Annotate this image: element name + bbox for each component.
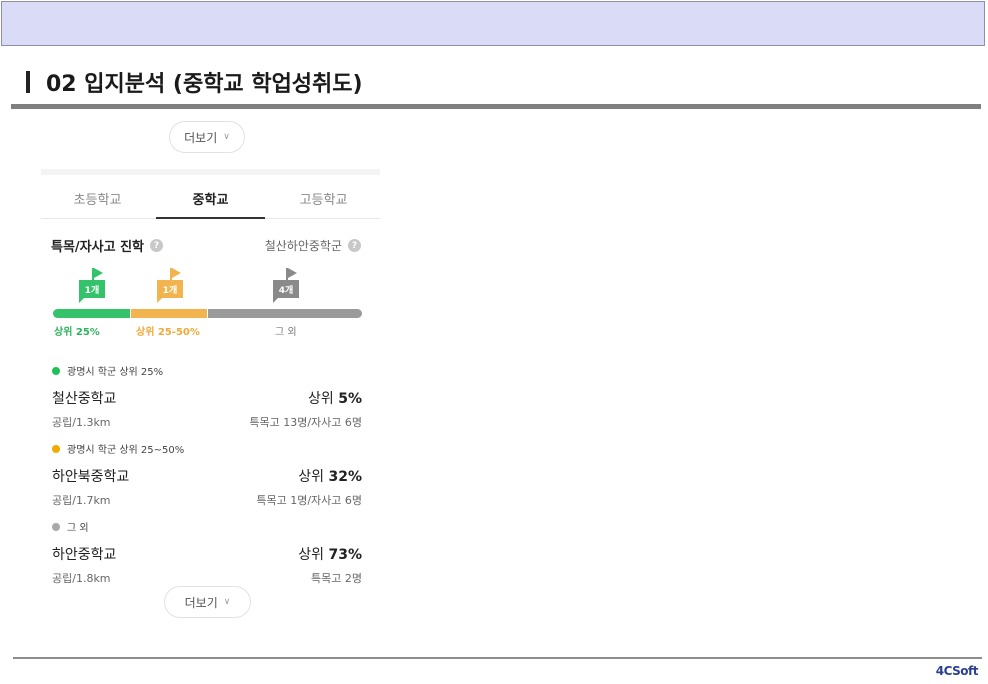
school-level-tabs: 초등학교 중학교 고등학교: [41, 178, 380, 219]
bar-label-others: 그 외: [275, 327, 297, 338]
section-title: 특목/자사고 진학 ?: [51, 236, 163, 255]
help-icon[interactable]: ?: [150, 239, 163, 252]
header-band: [1, 1, 985, 46]
bar-top25-50: [131, 309, 207, 318]
school-meta-row: 공립/1.8km 특목고 2명: [52, 570, 362, 586]
slide-title-text: 02 입지분석 (중학교 학업성취도): [46, 72, 363, 97]
school-row[interactable]: 철산중학교 상위 5%: [52, 388, 362, 408]
rank: 상위 73%: [298, 547, 362, 563]
group-others: 그 외 하안중학교 상위 73% 공립/1.8km 특목고 2명: [52, 519, 362, 586]
status-dot-icon: [52, 444, 60, 453]
more-label: 더보기: [184, 595, 218, 610]
section-header: 특목/자사고 진학 ? 철산하안중학군 ?: [51, 236, 361, 255]
chevron-down-icon: ∨: [223, 597, 231, 607]
tab-elementary[interactable]: 초등학교: [41, 178, 154, 218]
school-name: 철산중학교: [52, 391, 117, 407]
school-panel: 더보기 ∨ 초등학교 중학교 고등학교 특목/자사고 진학 ? 철산하안중학군 …: [41, 118, 380, 628]
group-header: 광명시 학군 상위 25%: [52, 363, 362, 378]
section-separator: [41, 169, 380, 175]
help-icon[interactable]: ?: [348, 239, 361, 252]
admission-detail: 특목고 1명/자사고 6명: [256, 494, 362, 507]
school-row[interactable]: 하안중학교 상위 73%: [52, 544, 362, 564]
more-label: 더보기: [184, 130, 218, 145]
footer-divider: [13, 657, 982, 659]
group-top25: 광명시 학군 상위 25% 철산중학교 상위 5% 공립/1.3km 특목고 1…: [52, 363, 362, 430]
admission-detail: 특목고 13명/자사고 6명: [249, 416, 362, 429]
admission-detail: 특목고 2명: [311, 572, 362, 585]
school-name: 하안북중학교: [52, 469, 130, 485]
title-divider: [11, 104, 981, 109]
group-header: 광명시 학군 상위 25~50%: [52, 441, 362, 456]
more-button-top[interactable]: 더보기 ∨: [169, 121, 245, 153]
tab-middle[interactable]: 중학교: [154, 178, 267, 219]
school-meta-row: 공립/1.7km 특목고 1명/자사고 6명: [52, 492, 362, 508]
school-meta: 공립/1.3km: [52, 416, 111, 429]
bar-label-top25-50: 상위 25-50%: [136, 327, 200, 338]
school-meta: 공립/1.8km: [52, 572, 111, 585]
bar-top25: [53, 309, 130, 318]
school-meta-row: 공립/1.3km 특목고 13명/자사고 6명: [52, 414, 362, 430]
chevron-down-icon: ∨: [223, 132, 230, 142]
bar-others: [208, 309, 362, 318]
group-top25-50: 광명시 학군 상위 25~50% 하안북중학교 상위 32% 공립/1.7km …: [52, 441, 362, 508]
rank: 상위 32%: [298, 469, 362, 485]
tab-high[interactable]: 고등학교: [267, 178, 380, 218]
school-row[interactable]: 하안북중학교 상위 32%: [52, 466, 362, 486]
status-dot-icon: [52, 522, 60, 531]
slide-title: 02 입지분석 (중학교 학업성취도): [26, 66, 363, 98]
school-meta: 공립/1.7km: [52, 494, 111, 507]
rank: 상위 5%: [308, 391, 362, 407]
bar-label-top25: 상위 25%: [54, 327, 100, 338]
school-name: 하안중학교: [52, 547, 117, 563]
title-bar-marker: [26, 71, 30, 93]
company-logo: 4CSoft: [935, 664, 979, 678]
status-dot-icon: [52, 366, 60, 375]
more-button-bottom[interactable]: 더보기 ∨: [164, 586, 251, 618]
school-district: 철산하안중학군 ?: [265, 237, 361, 254]
group-header: 그 외: [52, 519, 362, 534]
